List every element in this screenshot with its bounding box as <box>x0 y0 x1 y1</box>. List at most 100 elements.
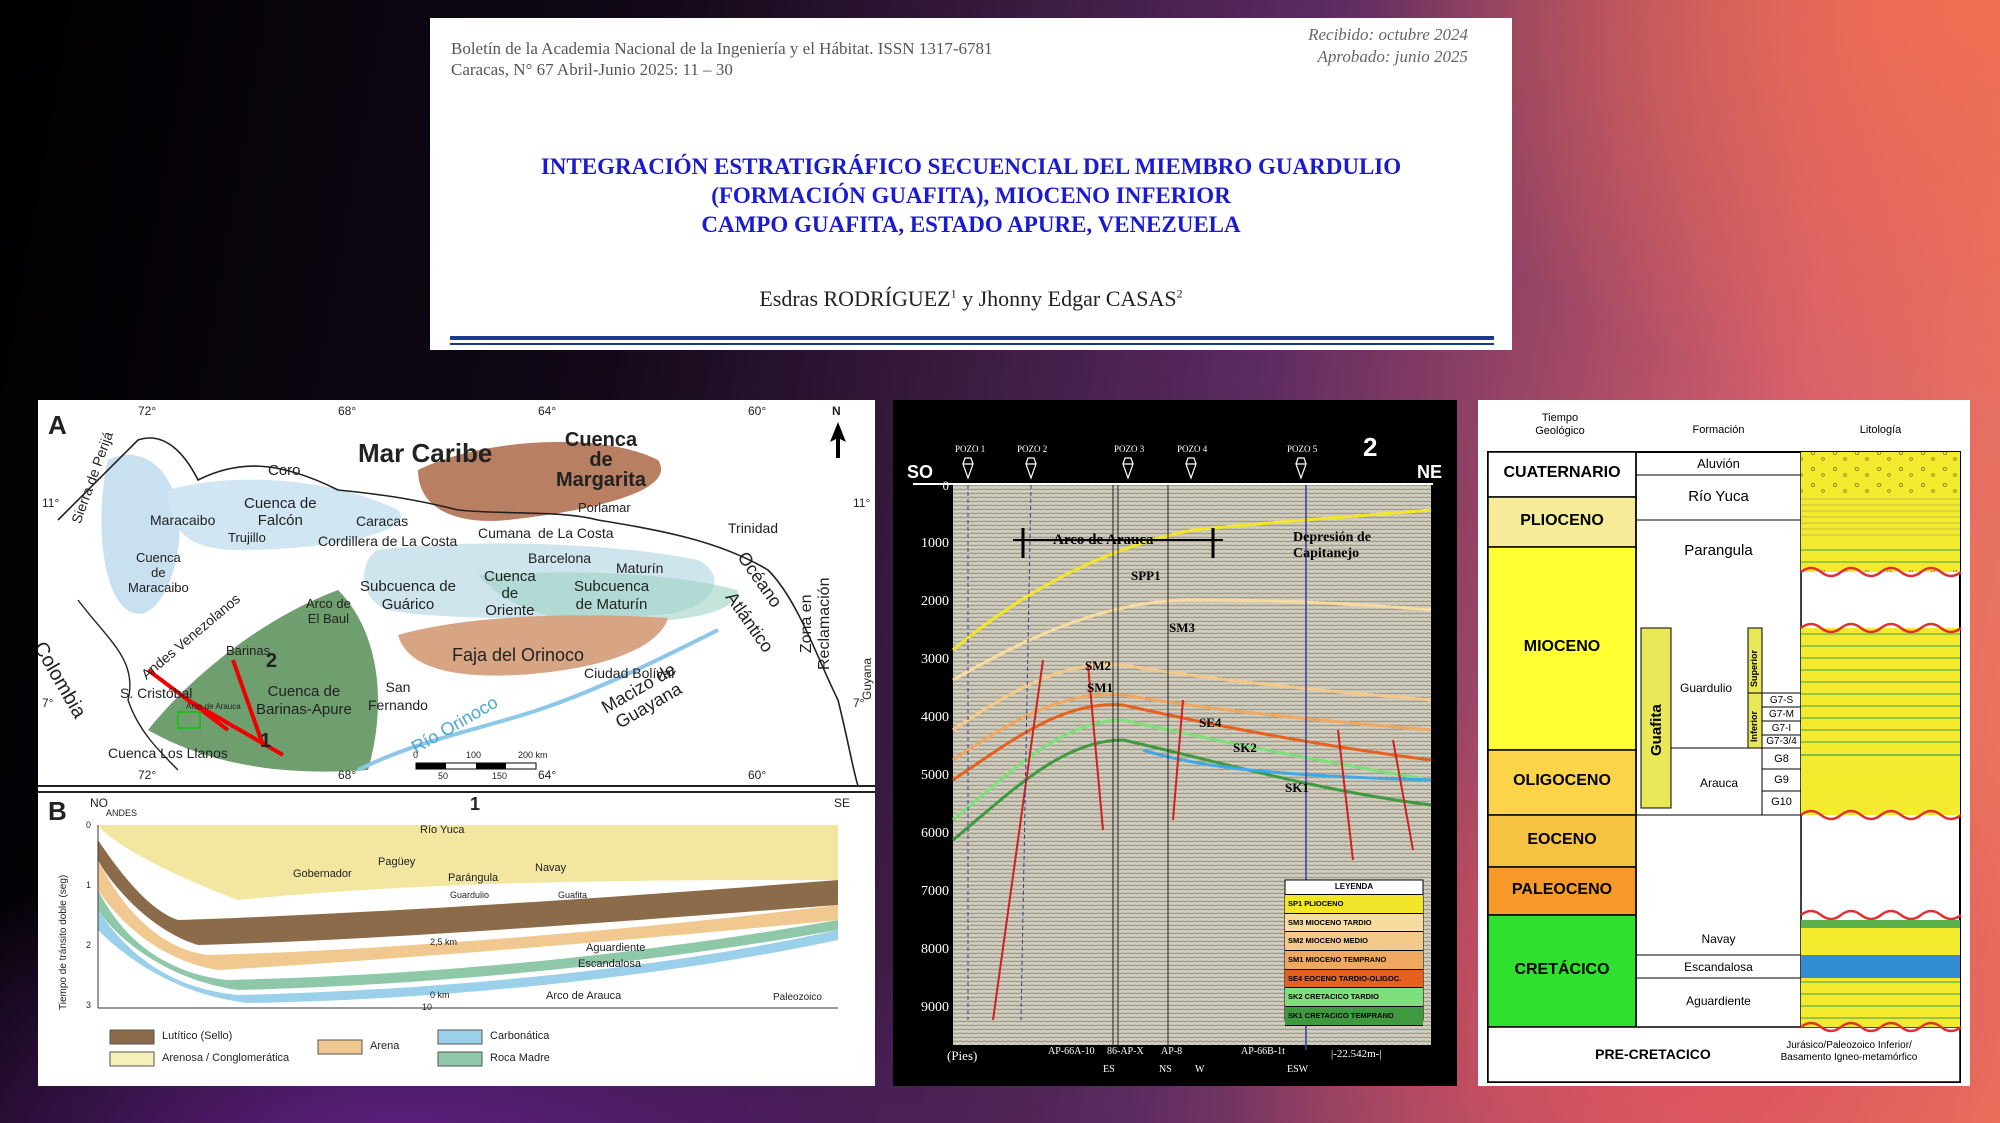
label-arco-arauca-map: Arco de Arauca <box>186 702 241 711</box>
legend-swatch-lutitico <box>109 1029 155 1045</box>
formation-rio-yuca: Río Yuca <box>1688 488 1749 505</box>
formation-basement-1: Jurásico/Paleozoico Inferior/ <box>1786 1040 1912 1051</box>
scale-150: 150 <box>492 771 508 781</box>
authors: Esdras RODRÍGUEZ1 y Jhonny Edgar CASAS2 <box>430 286 1512 312</box>
section-andes: ANDES <box>106 808 138 818</box>
depth-6000: 6000 <box>921 826 949 841</box>
well-icon-5 <box>1295 457 1307 480</box>
author-1: Esdras RODRÍGUEZ <box>759 286 951 311</box>
horizon-label-sm2: SM2 <box>1085 658 1111 673</box>
depth-1000: 1000 <box>921 536 949 551</box>
formation-arauca: Arauca <box>1700 776 1739 790</box>
depth-7000: 7000 <box>921 884 949 899</box>
era-plioceno: PLIOCENO <box>1520 512 1604 529</box>
label-cuenca-barinas: Cuenca de Barinas-Apure <box>256 683 352 719</box>
label-cuenca-falcon-2: Falcón <box>257 512 303 529</box>
formation-superior: Superior <box>1749 649 1759 687</box>
formation-g10: G10 <box>1771 796 1792 808</box>
lon-label-4: 60° <box>748 404 767 418</box>
seismic-legend-title: LEYENDA <box>1285 880 1423 895</box>
depresion-label-1: Depresión de <box>1293 530 1371 545</box>
label-cuenca-margarita: Cuenca de Margarita <box>556 430 646 490</box>
well-icon-3 <box>1122 457 1134 480</box>
label-arco-baul-1: Arco de <box>306 596 351 611</box>
label-barinas: Barinas <box>226 643 271 658</box>
label-subcuenca-guarico-2: Guárico <box>381 596 435 613</box>
map-graphic <box>38 400 875 1067</box>
bottom-well-2: 86-AP-X <box>1107 1046 1144 1057</box>
formation-basement: Jurásico/Paleozoico Inferior/ Basamento … <box>1738 1040 1960 1064</box>
section-guardulio: Guardulio <box>450 890 490 900</box>
label-guyana: Guyana <box>860 657 874 700</box>
label-maturin: Maturín <box>616 560 664 576</box>
column-header-time-2: Geológico <box>1535 425 1585 437</box>
formation-inferior: Inferior <box>1749 710 1759 742</box>
scale-bar-segment-2 <box>476 763 506 769</box>
bottom-well-3: AP-8 <box>1161 1046 1183 1057</box>
label-cuenca-llanos: Cuenca Los Llanos <box>108 745 228 761</box>
label-trinidad: Trinidad <box>728 520 779 536</box>
label-subcuenca-guarico-1: Subcuenca de <box>360 578 456 595</box>
title-line-3: CAMPO GUAFITA, ESTADO APURE, VENEZUELA <box>701 212 1241 237</box>
label-cuenca-maracaibo-1: Cuenca <box>135 550 181 565</box>
lon-bottom-3: 64° <box>538 768 557 782</box>
label-cordillera: Cordillera de La Costa <box>318 533 458 549</box>
depth-5000: 5000 <box>921 768 949 783</box>
horizon-label-se4: SE4 <box>1199 715 1222 730</box>
formation-parangula: Parangula <box>1684 542 1753 559</box>
litho-guardulio <box>1801 628 1960 748</box>
dates: Recibido: octubre 2024 Aprobado: junio 2… <box>1308 24 1468 68</box>
section-y-tick-2: 2 <box>86 940 92 950</box>
lon-label-1: 72° <box>138 404 157 418</box>
label-san-fernando-2: Fernando <box>368 697 428 713</box>
era-eoceno: EOCENO <box>1527 831 1597 848</box>
formation-g8: G8 <box>1774 753 1789 765</box>
author-2-affiliation: 2 <box>1176 286 1183 301</box>
label-trujillo: Trujillo <box>228 530 266 545</box>
label-subcuenca-maturin-2: de Maturín <box>575 596 648 613</box>
era-paleoceno: PALEOCENO <box>1511 881 1613 898</box>
lat-label-2: 7° <box>42 696 54 710</box>
legend-lutitico: Lutítico (Sello) <box>162 1030 233 1042</box>
depth-4000: 4000 <box>921 710 949 725</box>
formation-g7i: G7-I <box>1771 723 1792 734</box>
bottom-well-4: AP-66B-1t <box>1241 1046 1285 1057</box>
section-scale-10: 10 <box>422 1002 433 1012</box>
depresion-label: Depresión de Capitanejo <box>1293 530 1371 562</box>
label-cuenca-oriente-2: de <box>501 585 519 602</box>
lon-label-3: 64° <box>538 404 557 418</box>
legend-swatch-arena <box>317 1039 363 1055</box>
label-cuenca-margarita-2: de <box>589 449 613 471</box>
era-precretacico: PRE-CRETACICO <box>1595 1046 1711 1062</box>
section-y-tick-0: 0 <box>86 820 92 830</box>
bottom-code-1: ES <box>1103 1064 1115 1075</box>
scale-50: 50 <box>438 771 449 781</box>
north-label: N <box>832 404 841 418</box>
column-header-litho: Litología <box>1859 424 1902 436</box>
formation-g7s: G7-S <box>1769 695 1794 706</box>
section-y-tick-3: 3 <box>86 1000 92 1010</box>
horizon-label-sm3: SM3 <box>1169 620 1195 635</box>
seismic-scale: |-22.542m-| <box>1331 1048 1382 1060</box>
well-icon-1 <box>962 457 974 480</box>
legend-arenosa: Arenosa / Conglomerática <box>162 1052 290 1064</box>
paper-header: Boletín de la Academia Nacional de la In… <box>430 18 1512 350</box>
lon-bottom-1: 72° <box>138 768 157 782</box>
litho-navay-top <box>1801 920 1960 928</box>
label-barcelona: Barcelona <box>528 550 592 566</box>
label-cuenca-maracaibo-3: Maracaibo <box>128 580 189 595</box>
approved-date: Aprobado: junio 2025 <box>1317 47 1468 66</box>
section-y-label: Tiempo de tránsito doble (seg) <box>58 874 69 1010</box>
seismic-legend: LEYENDA SP1 PLIOCENO SM3 MIOCENO TARDIO SM… <box>1285 880 1423 1026</box>
section-paguey: Pagüey <box>378 856 416 868</box>
seismic-legend-rows: SP1 PLIOCENO SM3 MIOCENO TARDIO SM2 MIOCEN… <box>1285 895 1423 1026</box>
legend-swatch-carbonatica <box>437 1029 483 1045</box>
label-cuenca-falcon: Cuenca de Falcón <box>244 495 317 529</box>
label-profile-1: 1 <box>260 730 272 752</box>
seismic-unit: (Pies) <box>947 1048 978 1063</box>
legend-carbonatica: Carbonática <box>490 1030 550 1042</box>
panel-a-label: A <box>48 410 67 440</box>
seismic-number: 2 <box>1363 432 1378 462</box>
label-cumana: Cumana <box>478 525 531 541</box>
seismic-legend-item: SE4 EOCENO TARDIO-OLIGOC. <box>1285 969 1423 989</box>
